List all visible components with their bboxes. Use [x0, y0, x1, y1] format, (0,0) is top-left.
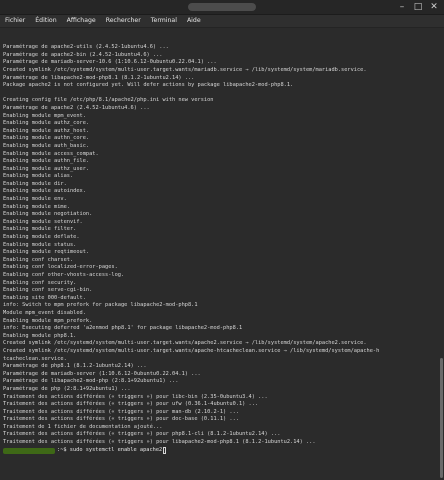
terminal-line: Enabling module mime. [3, 203, 70, 210]
terminal-line: Paramétrage de apache2-utils (2.4.52-1ub… [3, 44, 169, 51]
prompt-command[interactable]: :~$ sudo systemctl enable apache2 [57, 447, 162, 455]
terminal-line: info: Executing deferred 'a2enmod php8.1… [3, 325, 243, 332]
terminal-line: Enabling module env. [3, 196, 67, 203]
terminal-line: Enabling module alias. [3, 173, 74, 180]
maximize-icon[interactable]: □ [412, 1, 424, 13]
terminal-line: Enabling module status. [3, 241, 77, 248]
menu-bar: Fichier Édition Affichage Rechercher Ter… [0, 15, 444, 28]
title-bar[interactable]: – □ ✕ [0, 0, 444, 15]
terminal-line: Paramétrage de php8.1 (8.1.2-1ubuntu2.14… [3, 363, 147, 370]
window-controls: – □ ✕ [396, 1, 440, 13]
terminal-line: Created symlink /etc/systemd/system/mult… [3, 340, 367, 347]
terminal-line: Enabling module mpm_event. [3, 112, 86, 119]
text-cursor [163, 447, 167, 455]
terminal-line: Enabling module access_compat. [3, 150, 99, 157]
terminal-line: Enabling module authz_host. [3, 127, 90, 134]
terminal-output[interactable]: Paramétrage de apache2-utils (2.4.52-1ub… [0, 28, 438, 480]
terminal-line: Enabling site 000-default. [3, 294, 86, 301]
terminal-line: Enabling module deflate. [3, 234, 80, 241]
menu-terminal[interactable]: Terminal [146, 15, 182, 27]
terminal-line: Paramétrage de mariadb-server-10.6 (1:10… [3, 59, 217, 66]
terminal-line: Enabling module filter. [3, 226, 77, 233]
terminal-line: Enabling conf security. [3, 279, 77, 286]
terminal-line: Creating config file /etc/php/8.1/apache… [3, 97, 214, 104]
terminal-line: info: Switch to mpm prefork for package … [3, 302, 198, 309]
terminal-line: Enabling module authn_core. [3, 135, 90, 142]
terminal-line: Enabling module autoindex. [3, 188, 86, 195]
terminal-line: Paramétrage de libapache2-mod-php8.1 (8.… [3, 74, 195, 81]
terminal-line: Module mpm_event disabled. [3, 309, 86, 316]
terminal-line: Paramétrage de libapache2-mod-php (2:8.1… [3, 378, 179, 385]
minimize-icon[interactable]: – [396, 1, 408, 13]
terminal-line: Enabling module setenvif. [3, 218, 83, 225]
terminal-line: Enabling module dir. [3, 180, 67, 187]
terminal-line: Enabling module auth_basic. [3, 142, 90, 149]
terminal-line: Enabling module mpm_prefork. [3, 317, 93, 324]
terminal-line: Created symlink /etc/systemd/system/mult… [3, 66, 367, 73]
terminal-line: Enabling module php8.1. [3, 332, 77, 339]
menu-fichier[interactable]: Fichier [0, 15, 30, 27]
terminal-line: Traitement des actions différées (« trig… [3, 401, 259, 408]
terminal-line: Traitement des actions différées (« trig… [3, 416, 239, 423]
terminal-line: Created symlink /etc/systemd/system/mult… [3, 347, 380, 354]
terminal-line: Enabling module authz_user. [3, 165, 90, 172]
terminal-line: Enabling module reqtimeout. [3, 249, 90, 256]
terminal-line: Enabling module negotiation. [3, 211, 93, 218]
menu-affichage[interactable]: Affichage [62, 15, 101, 27]
terminal-line: Enabling conf serve-cgi-bin. [3, 287, 93, 294]
terminal-window: – □ ✕ Fichier Édition Affichage Recherch… [0, 0, 444, 480]
terminal-line: Paramétrage de apache2 (2.4.52-1ubuntu4.… [3, 104, 150, 111]
scrollbar[interactable] [438, 28, 444, 480]
terminal-line: Package apache2 is not configured yet. W… [3, 82, 294, 89]
terminal-line: Enabling module authn_file. [3, 158, 90, 165]
menu-rechercher[interactable]: Rechercher [101, 15, 146, 27]
terminal-line: Traitement des actions différées (« trig… [3, 439, 316, 446]
close-icon[interactable]: ✕ [428, 1, 440, 13]
terminal-line: Traitement des actions différées (« trig… [3, 393, 268, 400]
terminal-line: Paramétrage de php (2:8.1+92ubuntu1) ... [3, 385, 131, 392]
prompt-user-host [3, 447, 55, 454]
terminal-line: Enabling conf charset. [3, 256, 74, 263]
terminal-line: tcacheclean.service. [3, 355, 67, 362]
prompt-line[interactable]: :~$ sudo systemctl enable apache2 [3, 447, 438, 455]
terminal-line: Enabling conf other-vhosts-access-log. [3, 272, 125, 278]
menu-aide[interactable]: Aide [182, 15, 206, 27]
terminal-line: Enabling module authz_core. [3, 120, 90, 127]
scrollbar-thumb[interactable] [440, 358, 443, 478]
window-title [188, 3, 256, 11]
terminal-line: Traitement des actions différées (« trig… [3, 431, 281, 438]
terminal-line: Enabling conf localized-error-pages. [3, 264, 118, 271]
menu-edition[interactable]: Édition [30, 15, 61, 27]
